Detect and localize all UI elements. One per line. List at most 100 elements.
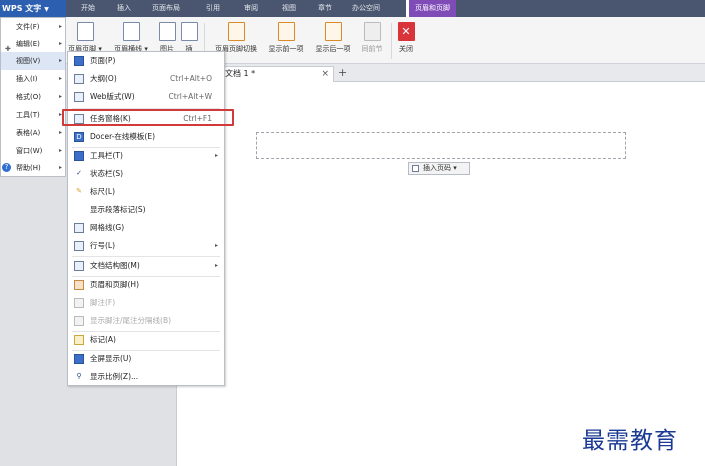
header-area[interactable] — [256, 132, 626, 159]
menu-item-outline[interactable]: 大纲(O) Ctrl+Alt+O — [68, 70, 224, 88]
menu-item-edit[interactable]: 编辑(E) ▸ — [1, 35, 65, 53]
menu-item-label: 表格(A) — [16, 129, 41, 137]
menu-item-tools[interactable]: 工具(T) ▸ — [1, 106, 65, 124]
menu-item-toolbars[interactable]: 工具栏(T) ▸ — [68, 147, 224, 165]
menu-item-label: 脚注(F) — [90, 298, 116, 307]
new-tab-icon[interactable]: + — [338, 66, 347, 80]
menu-item-file[interactable]: 文件(F) ▸ — [1, 18, 65, 36]
wps-menu-button[interactable]: WPS 文字 ▼ — [0, 0, 66, 17]
menu-item-paragraph-marks[interactable]: 显示段落标记(S) — [68, 201, 224, 219]
insert-page-number-button[interactable]: 插入页码 ▾ — [408, 162, 470, 175]
menu-item-full-screen[interactable]: 全屏显示(U) — [68, 350, 224, 368]
chevron-right-icon: ▸ — [58, 147, 62, 154]
menu-item-insert[interactable]: 插入(I) ▸ — [1, 70, 65, 88]
menu-item-footnote: 脚注(F) — [68, 294, 224, 312]
highlight-annotation — [62, 109, 234, 126]
ribbon-tab-bar: WPS 文字 ▼ 开始 插入 页面布局 引用 审阅 视图 章节 办公空间 页眉和页… — [0, 0, 705, 17]
menu-item-gridlines[interactable]: 网格线(G) — [68, 219, 224, 237]
menu-item-label: 视图(V) — [16, 57, 41, 65]
menu-item-docer-templates[interactable]: D Docer-在线模板(E) — [68, 128, 224, 146]
insert-icon — [180, 22, 198, 41]
tab-home[interactable]: 开始 — [81, 0, 95, 17]
menu-item-label: 帮助(H) — [16, 164, 41, 172]
tab-view[interactable]: 视图 — [282, 0, 296, 17]
menu-item-format[interactable]: 格式(O) ▸ — [1, 88, 65, 106]
menu-item-table[interactable]: 表格(A) ▸ — [1, 124, 65, 142]
ruler-icon: ✎ — [76, 187, 82, 195]
menu-item-label: 全屏显示(U) — [90, 354, 132, 363]
menu-item-document-map[interactable]: 文档结构图(M) ▸ — [68, 257, 224, 275]
next-icon — [324, 22, 342, 41]
menu-item-label: 显示段落标记(S) — [90, 205, 146, 214]
menu-item-label: 文件(F) — [16, 23, 40, 31]
docer-icon: D — [74, 132, 84, 142]
close-icon[interactable]: × — [321, 67, 329, 81]
menu-item-label: 显示比例(Z)... — [90, 372, 139, 381]
full-screen-icon — [74, 354, 84, 364]
menu-item-view[interactable]: 视图(V) ▸ — [1, 52, 65, 70]
menu-item-label: 工具栏(T) — [90, 151, 123, 160]
web-layout-icon — [74, 92, 84, 102]
tab-insert[interactable]: 插入 — [117, 0, 131, 17]
picture-icon — [158, 22, 176, 41]
menu-item-window[interactable]: 窗口(W) ▸ — [1, 142, 65, 160]
menu-item-show-footnote-separator: 显示脚注/尾注分隔线(B) — [68, 312, 224, 330]
menu-item-label: 大纲(O) — [90, 74, 117, 83]
menu-item-label: 标尺(L) — [90, 187, 116, 196]
header-line-icon — [122, 22, 140, 41]
menu-item-label: 文档结构图(M) — [90, 261, 140, 270]
menu-item-label: 页面(P) — [90, 56, 116, 65]
page-number-icon — [412, 165, 419, 172]
menu-item-page-view[interactable]: 页面(P) — [68, 52, 224, 70]
tab-review[interactable]: 审阅 — [244, 0, 258, 17]
show-previous-button[interactable]: 显示前一项 — [264, 22, 308, 60]
tab-page-layout[interactable]: 页面布局 — [152, 0, 180, 17]
toolbar-icon — [74, 151, 84, 161]
chevron-right-icon: ▸ — [58, 129, 62, 136]
chevron-right-icon: ▸ — [58, 40, 62, 47]
tab-section[interactable]: 章节 — [318, 0, 332, 17]
chevron-right-icon: ▸ — [214, 262, 218, 269]
watermark-text: 最需教育 — [582, 428, 678, 454]
menu-item-label: 显示脚注/尾注分隔线(B) — [90, 316, 172, 325]
chevron-right-icon: ▸ — [214, 242, 218, 249]
ribbon-divider — [391, 23, 392, 59]
page-view-icon — [74, 56, 84, 66]
menu-item-label: 插入(I) — [16, 75, 38, 83]
document-tab-title: 文档 1 * — [225, 69, 256, 78]
menu-item-label: 行号(L) — [90, 241, 116, 250]
document-tab[interactable]: 文档 1 * × — [218, 66, 334, 82]
same-as-previous-button[interactable]: 同前节 — [358, 22, 386, 60]
previous-icon — [277, 22, 295, 41]
menu-item-label: 格式(O) — [16, 93, 41, 101]
menu-item-zoom[interactable]: ⚲ 显示比例(Z)... — [68, 368, 224, 386]
menu-item-web-layout[interactable]: Web版式(W) Ctrl+Alt+W — [68, 88, 224, 106]
menu-item-label: 网格线(G) — [90, 223, 125, 232]
page-icon — [76, 22, 94, 41]
menu-item-markup[interactable]: 标记(A) — [68, 331, 224, 349]
view-submenu: 页面(P) 大纲(O) Ctrl+Alt+O Web版式(W) Ctrl+Alt+W… — [67, 51, 225, 386]
line-number-icon — [74, 241, 84, 251]
close-icon: ✕ — [397, 22, 415, 41]
chevron-right-icon: ▸ — [214, 152, 218, 159]
show-next-button[interactable]: 显示后一项 — [311, 22, 355, 60]
markup-icon — [74, 335, 84, 345]
link-icon — [363, 22, 381, 41]
chevron-right-icon: ▸ — [58, 93, 62, 100]
close-header-footer-button[interactable]: ✕ 关闭 — [396, 22, 416, 60]
tab-references[interactable]: 引用 — [206, 0, 220, 17]
menu-item-status-bar[interactable]: ✓ 状态栏(S) — [68, 165, 224, 183]
main-menu: ✚ 文件(F) ▸ 编辑(E) ▸ 视图(V) ▸ 插入(I) ▸ 格式(O) ▸ 工具(… — [0, 17, 66, 177]
outline-icon — [74, 74, 84, 84]
menu-item-ruler[interactable]: ✎ 标尺(L) — [68, 183, 224, 201]
help-icon: ? — [2, 163, 11, 172]
menu-item-header-footer[interactable]: 页眉和页脚(H) — [68, 276, 224, 294]
chevron-right-icon: ▸ — [58, 164, 62, 171]
show-next-label: 显示后一项 — [315, 45, 351, 53]
header-footer-icon — [74, 280, 84, 290]
menu-item-line-numbers[interactable]: 行号(L) ▸ — [68, 237, 224, 255]
tab-header-footer[interactable]: 页眉和页脚 — [406, 0, 456, 17]
menu-item-help[interactable]: ? 帮助(H) ▸ — [1, 159, 65, 177]
switch-icon — [227, 22, 245, 41]
tab-office-space[interactable]: 办公空间 — [352, 0, 380, 17]
